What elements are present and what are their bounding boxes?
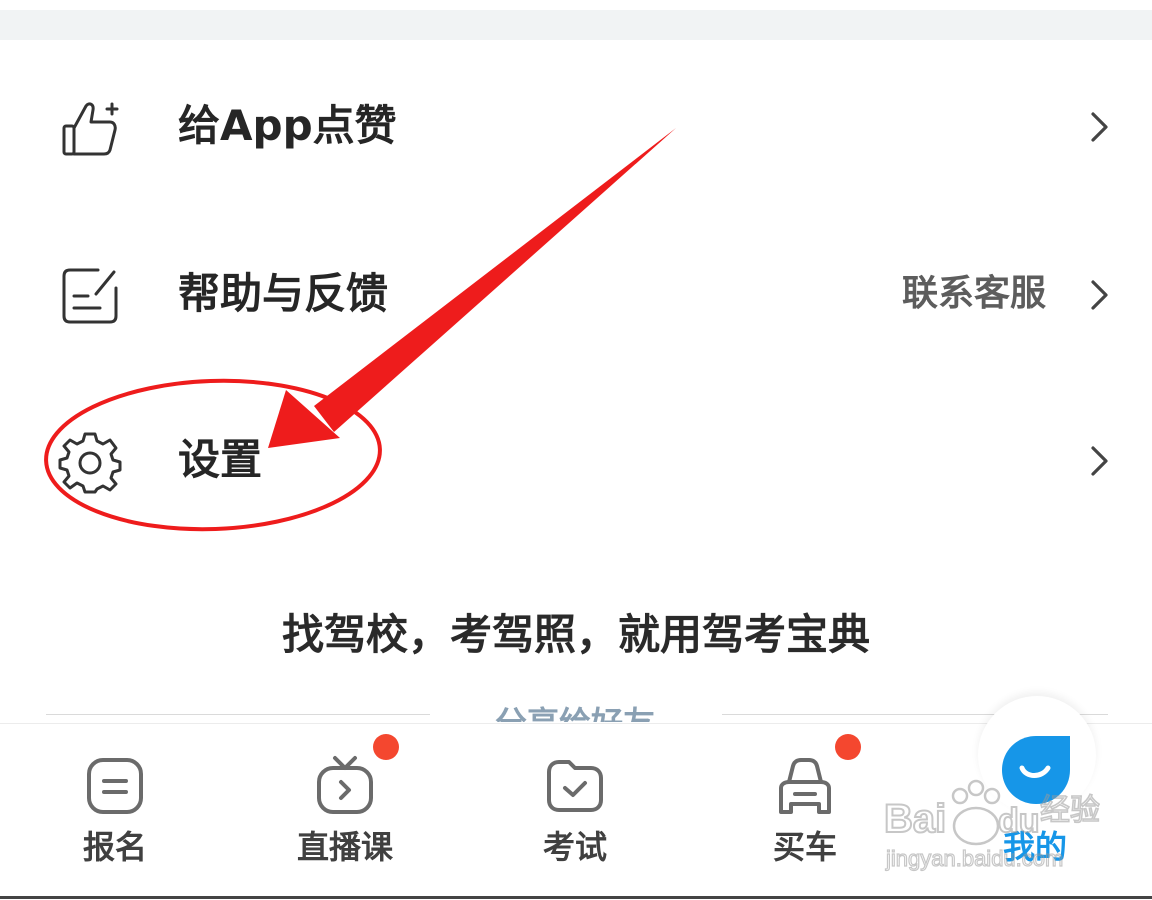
svg-text:jingyan.baidu.com: jingyan.baidu.com <box>885 846 1063 871</box>
live-tv-icon <box>317 756 373 814</box>
notification-badge <box>373 734 399 760</box>
svg-text:du: du <box>998 802 1040 840</box>
tab-label: 直播课 <box>296 828 393 866</box>
baidu-jingyan-watermark: Bai du 经验 jingyan.baidu.com <box>883 779 1100 872</box>
menu-row-help-feedback[interactable]: 帮助与反馈 联系客服 <box>0 234 1152 354</box>
thumbs-up-plus-icon <box>62 102 119 156</box>
menu-label-settings: 设置 <box>178 435 263 484</box>
chevron-right-icon <box>1091 112 1108 142</box>
signup-icon <box>87 758 143 814</box>
tab-label: 报名 <box>82 828 147 866</box>
tab-signup[interactable]: 报名 <box>0 724 230 900</box>
menu-row-settings[interactable]: 设置 <box>0 400 1152 520</box>
exam-folder-icon <box>547 760 603 812</box>
menu-label-rate-app: 给App点赞 <box>178 101 397 150</box>
share-to-friends-label[interactable]: 分享给好友 <box>440 700 710 722</box>
tab-live-class[interactable]: 直播课 <box>230 724 460 900</box>
share-divider-left <box>46 714 430 715</box>
tab-label: 考试 <box>542 828 607 866</box>
notification-badge <box>835 734 861 760</box>
gear-icon <box>58 432 122 494</box>
menu-row-rate-app[interactable]: 给App点赞 <box>0 66 1152 186</box>
tab-exam[interactable]: 考试 <box>460 724 690 900</box>
contact-support-link[interactable]: 联系客服 <box>902 268 1046 320</box>
car-icon <box>779 758 831 814</box>
app-slogan: 找驾校，考驾照，就用驾考宝典 <box>281 610 870 659</box>
feedback-edit-icon <box>62 268 118 324</box>
chevron-right-icon <box>1091 280 1108 310</box>
menu-label-help-feedback: 帮助与反馈 <box>178 269 389 318</box>
chevron-right-icon <box>1091 446 1108 476</box>
svg-text:经验: 经验 <box>1040 793 1100 828</box>
top-edge <box>0 0 1152 10</box>
svg-text:Bai: Bai <box>884 797 946 841</box>
